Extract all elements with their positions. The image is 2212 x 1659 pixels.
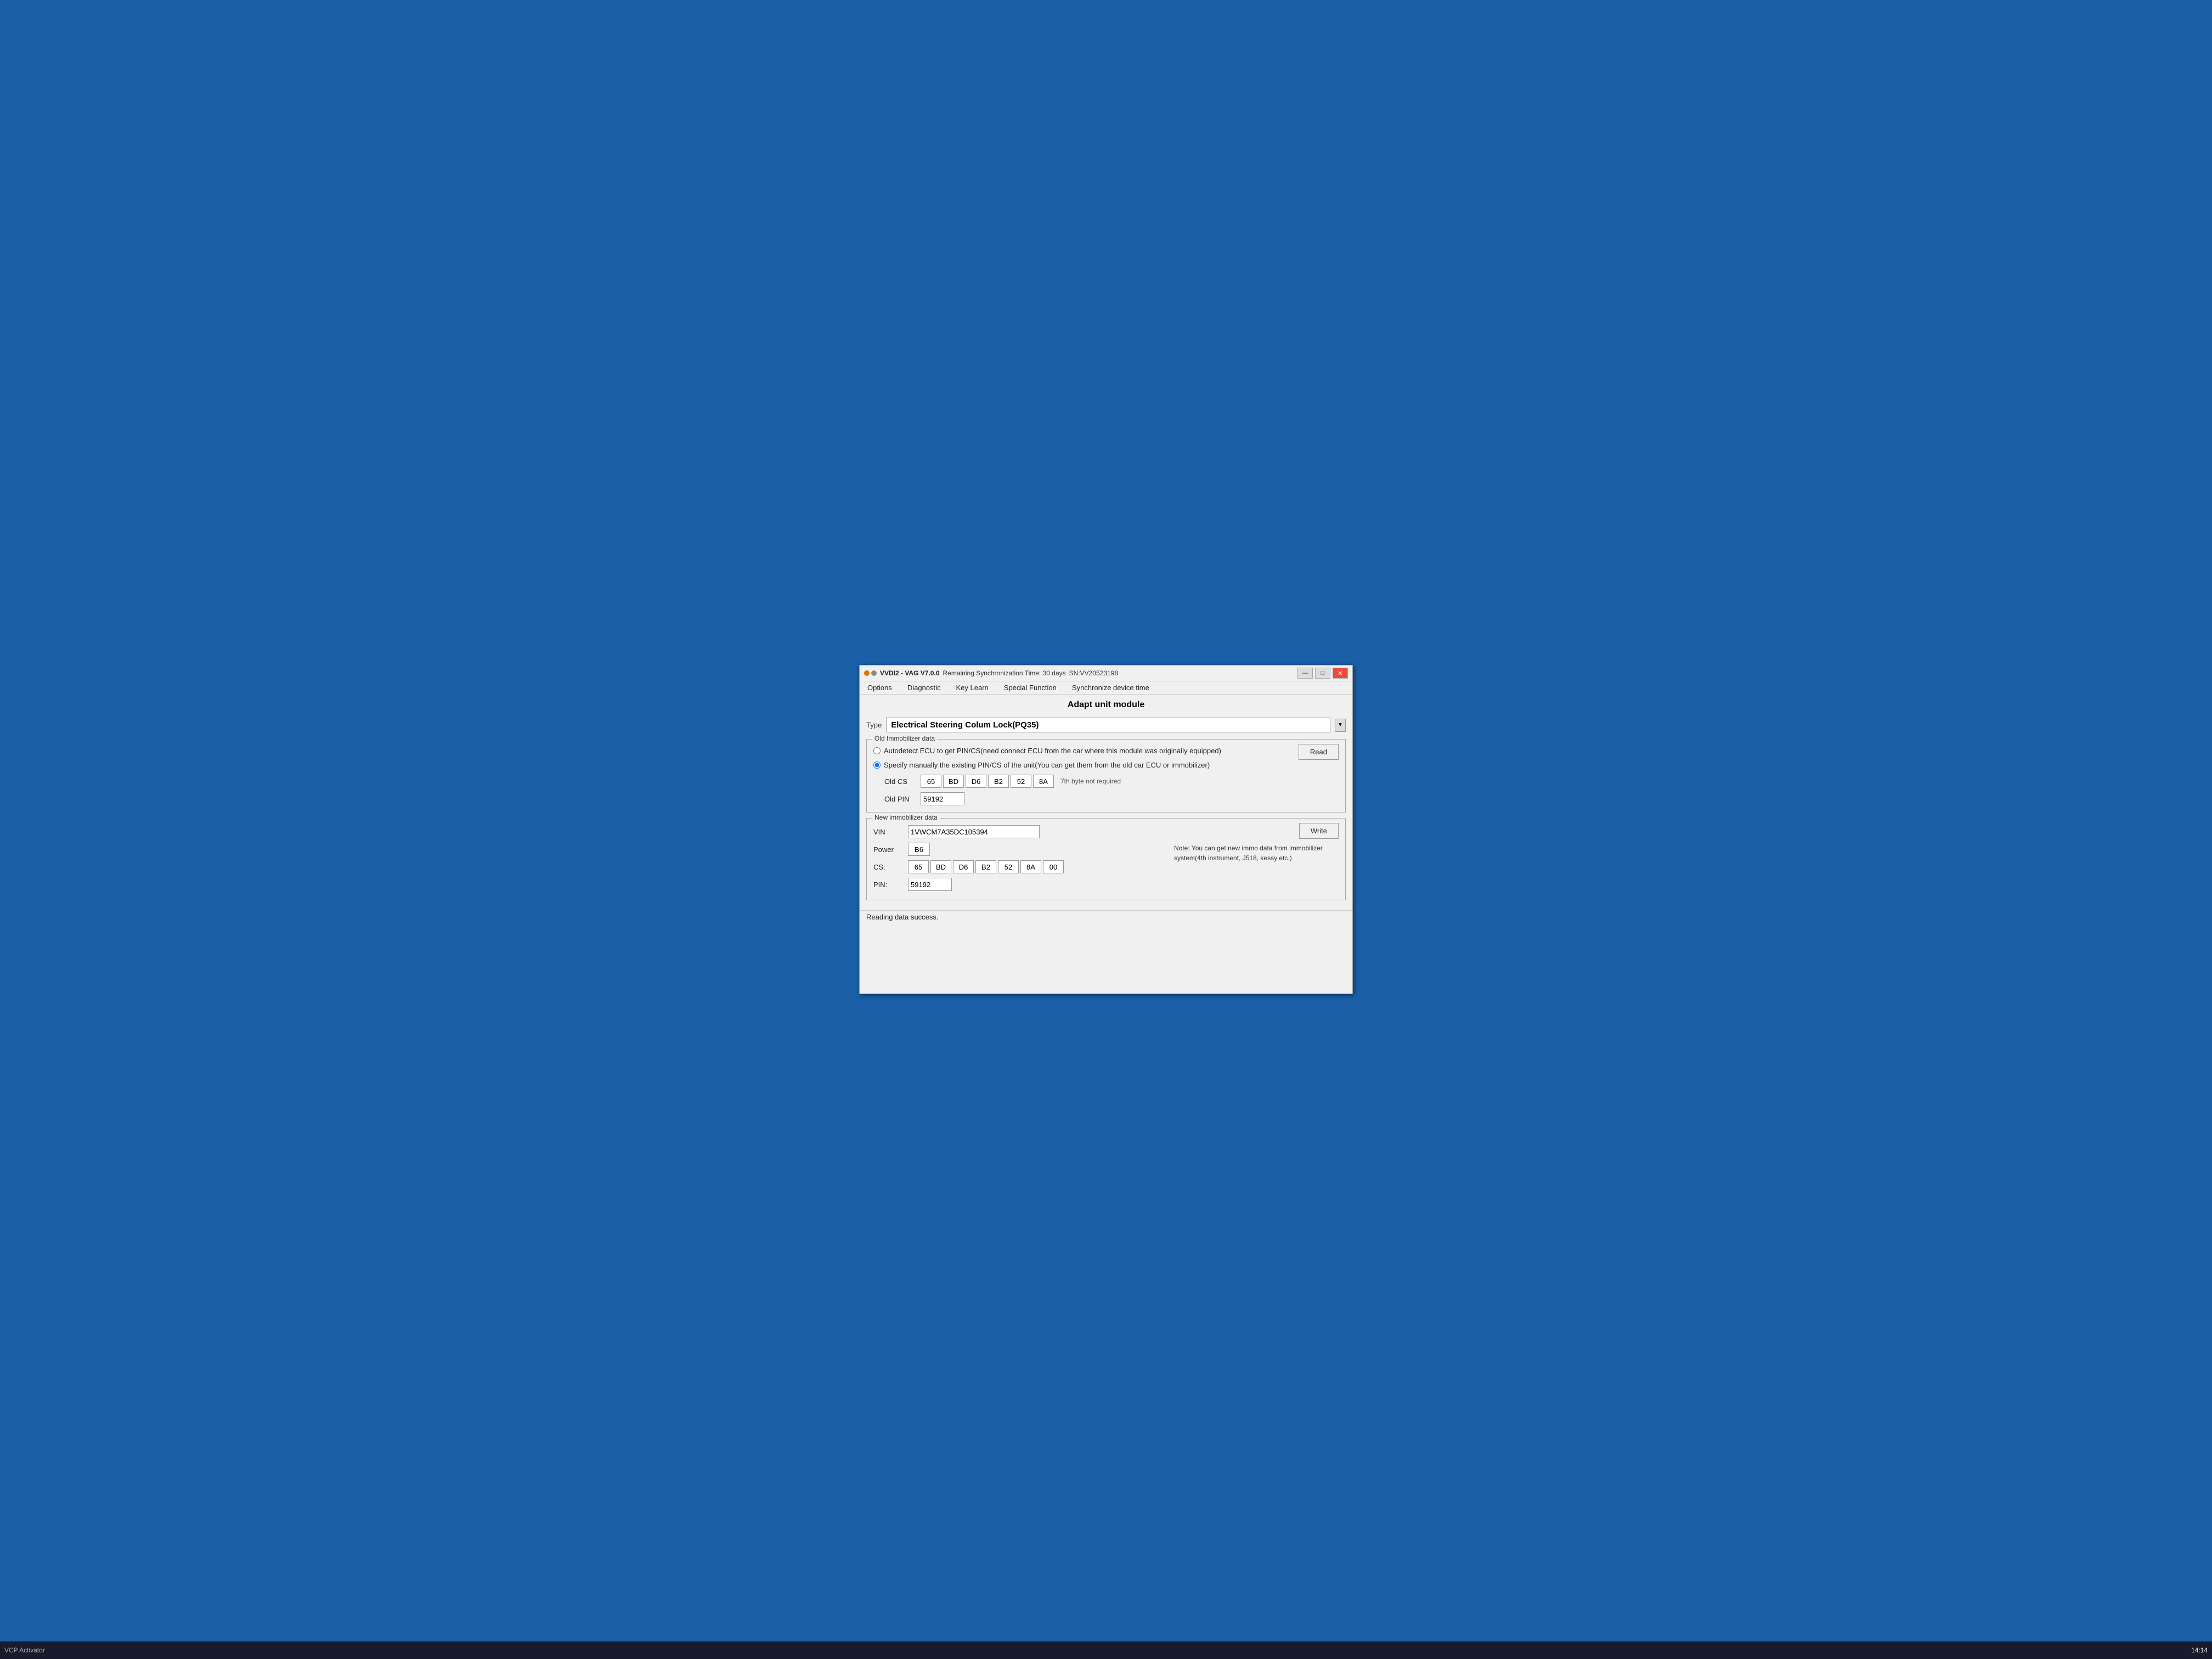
new-cs-label: CS: xyxy=(873,863,904,871)
vin-input[interactable] xyxy=(908,825,1040,838)
app-title: VVDI2 - VAG V7.0.0 xyxy=(880,669,940,677)
new-pin-input[interactable] xyxy=(908,878,952,891)
minimize-button[interactable]: — xyxy=(1297,668,1313,679)
power-row: Power xyxy=(873,840,1165,858)
type-dropdown-arrow[interactable]: ▼ xyxy=(1335,719,1346,732)
new-cs-field-0[interactable] xyxy=(908,860,929,873)
note-box: Note: You can get new immo data from imm… xyxy=(1174,843,1339,863)
new-cs-field-5[interactable] xyxy=(1020,860,1041,873)
old-immo-label: Old Immobilizer data xyxy=(872,735,937,742)
time-display: 14:14 xyxy=(2191,1646,2208,1654)
maximize-button[interactable]: □ xyxy=(1315,668,1330,679)
radio-manual[interactable] xyxy=(873,761,881,769)
old-cs-field-3[interactable] xyxy=(988,775,1009,788)
old-cs-field-0[interactable] xyxy=(921,775,941,788)
menu-diagnostic[interactable]: Diagnostic xyxy=(904,682,944,693)
menu-special-function[interactable]: Special Function xyxy=(1001,682,1060,693)
title-dots xyxy=(864,670,877,676)
title-bar-left: VVDI2 - VAG V7.0.0 Remaining Synchroniza… xyxy=(864,669,1293,677)
old-cs-fields xyxy=(921,775,1054,788)
new-cs-field-2[interactable] xyxy=(953,860,974,873)
type-label: Type xyxy=(866,721,882,729)
write-and-note: Write Note: You can get new immo data fr… xyxy=(1165,823,1339,863)
window-controls: — □ ✕ xyxy=(1297,668,1348,679)
taskbar: VCP Activator 14:14 xyxy=(0,1641,2212,1659)
old-pin-input[interactable] xyxy=(921,792,964,805)
type-value: Electrical Steering Colum Lock(PQ35) xyxy=(886,718,1330,732)
old-immo-options: Autodetect ECU to get PIN/CS(need connec… xyxy=(873,744,1290,808)
new-immo-label: New immobilizer data xyxy=(872,814,940,821)
old-cs-field-1[interactable] xyxy=(943,775,964,788)
menu-bar: Options Diagnostic Key Learn Special Fun… xyxy=(860,681,1352,695)
main-window: VVDI2 - VAG V7.0.0 Remaining Synchroniza… xyxy=(859,665,1353,994)
radio2-label: Specify manually the existing PIN/CS of … xyxy=(884,760,1210,770)
new-immo-header: VIN Power CS: xyxy=(873,823,1339,893)
new-cs-field-4[interactable] xyxy=(998,860,1019,873)
new-cs-fields xyxy=(908,860,1064,873)
old-cs-field-5[interactable] xyxy=(1033,775,1054,788)
new-cs-row: CS: xyxy=(873,858,1165,876)
title-bar: VVDI2 - VAG V7.0.0 Remaining Synchroniza… xyxy=(860,665,1352,681)
old-pin-row: Old PIN xyxy=(873,790,1290,808)
menu-key-learn[interactable]: Key Learn xyxy=(953,682,992,693)
status-bar: Reading data success. xyxy=(860,910,1352,923)
new-cs-field-3[interactable] xyxy=(975,860,996,873)
sync-info: Remaining Synchronization Time: 30 days xyxy=(943,669,1066,677)
write-button[interactable]: Write xyxy=(1299,823,1339,839)
vin-label: VIN xyxy=(873,828,904,836)
old-cs-field-2[interactable] xyxy=(966,775,986,788)
content-area: Old Immobilizer data Autodetect ECU to g… xyxy=(860,735,1352,910)
old-pin-label: Old PIN xyxy=(884,795,917,803)
old-cs-label: Old CS xyxy=(884,777,917,786)
vin-row: VIN xyxy=(873,823,1165,840)
taskbar-right: 14:14 xyxy=(2191,1646,2208,1654)
status-message: Reading data success. xyxy=(866,913,939,921)
read-button[interactable]: Read xyxy=(1299,744,1339,760)
read-btn-container: Read xyxy=(1290,744,1339,760)
power-label: Power xyxy=(873,845,904,854)
radio1-row: Autodetect ECU to get PIN/CS(need connec… xyxy=(873,744,1290,758)
menu-options[interactable]: Options xyxy=(864,682,895,693)
new-pin-label: PIN: xyxy=(873,881,904,889)
power-input[interactable] xyxy=(908,843,930,856)
dot-gray xyxy=(871,670,877,676)
new-immo-group: New immobilizer data VIN Power xyxy=(866,818,1346,900)
cs-note: 7th byte not required xyxy=(1060,777,1121,785)
new-immo-fields: VIN Power CS: xyxy=(873,823,1165,893)
radio2-row: Specify manually the existing PIN/CS of … xyxy=(873,758,1290,772)
old-cs-field-4[interactable] xyxy=(1011,775,1031,788)
serial-number: SN:VV20523198 xyxy=(1069,669,1118,677)
new-cs-field-1[interactable] xyxy=(930,860,951,873)
radio1-label: Autodetect ECU to get PIN/CS(need connec… xyxy=(884,746,1221,756)
vcp-label: VCP Activator xyxy=(4,1646,45,1654)
menu-sync-time[interactable]: Synchronize device time xyxy=(1069,682,1153,693)
close-button[interactable]: ✕ xyxy=(1333,668,1348,679)
page-title: Adapt unit module xyxy=(860,695,1352,715)
old-immo-group: Old Immobilizer data Autodetect ECU to g… xyxy=(866,739,1346,812)
dot-orange xyxy=(864,670,870,676)
taskbar-left: VCP Activator xyxy=(4,1646,45,1654)
old-cs-row: Old CS 7th byte not required xyxy=(873,772,1290,790)
new-pin-row: PIN: xyxy=(873,876,1165,893)
new-cs-field-6[interactable] xyxy=(1043,860,1064,873)
radio-autodetect[interactable] xyxy=(873,747,881,754)
type-row: Type Electrical Steering Colum Lock(PQ35… xyxy=(860,715,1352,735)
